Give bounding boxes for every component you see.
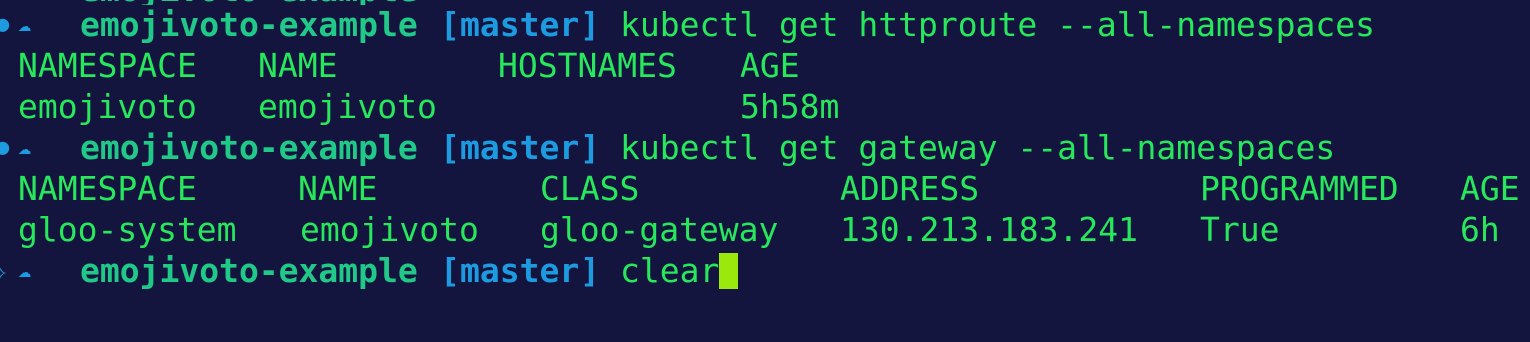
cell-name: emojivoto xyxy=(258,87,437,126)
terminal-window[interactable]: emojivoto-example ● ☁ emojivoto-example … xyxy=(0,0,1530,342)
cloud-prompt-icon: ☁ xyxy=(18,258,32,283)
httproute-header-row: NAMESPACE NAME HOSTNAMES AGE xyxy=(0,46,1530,86)
branch-close-bracket: ] xyxy=(580,128,600,167)
prompt-line-1: ● ☁ emojivoto-example [ master ] kubectl… xyxy=(0,5,1530,45)
gutter-dot-icon: ● xyxy=(0,12,10,37)
httproute-row: emojivoto emojivoto 5h58m xyxy=(0,87,1530,127)
col-header-namespace: NAMESPACE xyxy=(18,169,197,208)
col-header-hostnames: HOSTNAMES xyxy=(498,46,677,85)
gateway-header-row: NAMESPACE NAME CLASS ADDRESS PROGRAMMED … xyxy=(0,169,1530,209)
col-header-name: NAME xyxy=(258,46,338,85)
prompt-directory: emojivoto-example xyxy=(80,5,418,44)
col-header-programmed: PROGRAMMED xyxy=(1200,169,1399,208)
prompt-line-active[interactable]: ✧ ☁ emojivoto-example [ master ] clear xyxy=(0,251,1530,291)
cell-age: 5h58m xyxy=(740,87,840,126)
prompt-directory: emojivoto-example xyxy=(80,251,418,290)
cell-address: 130.213.183.241 xyxy=(840,210,1139,249)
cell-age: 6h xyxy=(1460,210,1500,249)
branch-open-bracket: [ xyxy=(440,128,460,167)
cell-programmed: True xyxy=(1200,210,1280,249)
sparkle-status-icon: ✧ xyxy=(0,260,8,285)
branch-open-bracket: [ xyxy=(440,5,460,44)
gutter-dot-icon: ● xyxy=(0,135,10,160)
col-header-age: AGE xyxy=(740,46,800,85)
prompt-directory: emojivoto-example xyxy=(80,128,418,167)
col-header-namespace: NAMESPACE xyxy=(18,46,197,85)
cell-name: emojivoto xyxy=(300,210,479,249)
text-cursor xyxy=(719,253,738,289)
command-text: kubectl get httproute --all-namespaces xyxy=(620,5,1375,44)
cloud-prompt-icon: ☁ xyxy=(18,135,32,160)
cell-namespace: gloo-system xyxy=(18,210,237,249)
branch-close-bracket: ] xyxy=(580,5,600,44)
branch-close-bracket: ] xyxy=(580,251,600,290)
prompt-line-2: ● ☁ emojivoto-example [ master ] kubectl… xyxy=(0,128,1530,168)
git-branch: master xyxy=(460,128,580,167)
col-header-address: ADDRESS xyxy=(840,169,980,208)
cell-class: gloo-gateway xyxy=(540,210,779,249)
col-header-name: NAME xyxy=(298,169,378,208)
git-branch: master xyxy=(460,251,580,290)
command-input[interactable]: clear xyxy=(620,251,719,291)
cell-namespace: emojivoto xyxy=(18,87,197,126)
branch-open-bracket: [ xyxy=(440,251,460,290)
col-header-age: AGE xyxy=(1460,169,1520,208)
cloud-prompt-icon: ☁ xyxy=(18,12,32,37)
col-header-class: CLASS xyxy=(540,169,640,208)
command-text: kubectl get gateway --all-namespaces xyxy=(620,128,1336,167)
git-branch: master xyxy=(460,5,580,44)
gateway-row: gloo-system emojivoto gloo-gateway 130.2… xyxy=(0,210,1530,250)
